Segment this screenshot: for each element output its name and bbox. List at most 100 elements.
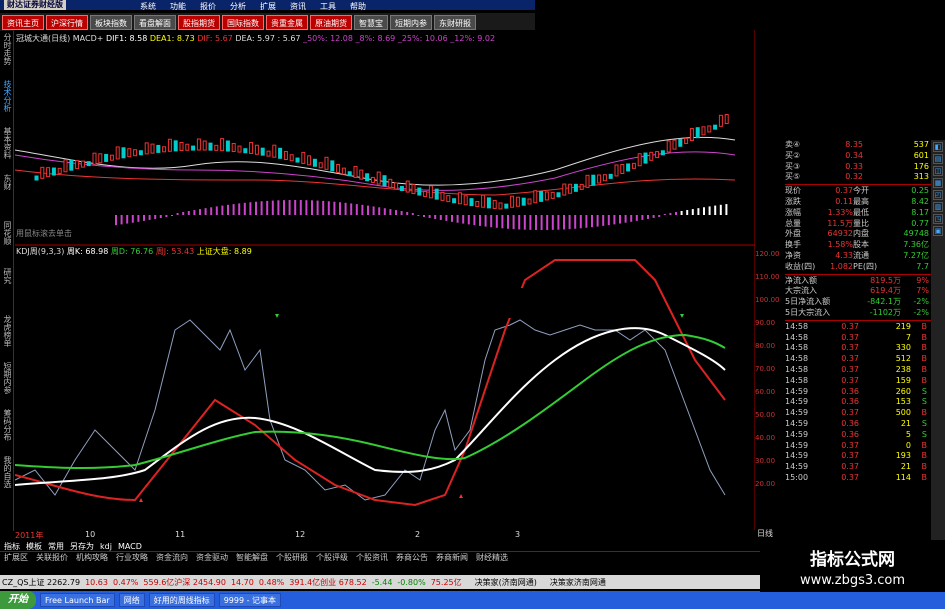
menu-item[interactable]: 系统 <box>140 1 156 12</box>
macd-bar <box>479 215 481 226</box>
candle <box>353 165 358 178</box>
macd-bar <box>115 215 117 226</box>
tab[interactable]: 东财研报 <box>434 14 476 30</box>
macd-bar <box>120 215 123 225</box>
tab[interactable]: 看盘解面 <box>134 14 176 30</box>
candle <box>724 114 729 125</box>
tab[interactable]: 原油期货 <box>310 14 352 30</box>
tool-icon[interactable]: ▥ <box>933 202 943 212</box>
bottom-menu-item[interactable]: 智能解盘 <box>236 552 268 563</box>
menu-item[interactable]: 帮助 <box>350 1 366 12</box>
candle <box>225 140 230 152</box>
tick-time: 14:59 <box>785 451 809 461</box>
menu-item[interactable]: 报价 <box>200 1 216 12</box>
taskbar-item[interactable]: 9999 - 记事本 <box>218 593 282 607</box>
toolbar-item[interactable]: MACD <box>118 542 142 551</box>
candle <box>133 149 138 157</box>
start-button[interactable]: 开始 <box>0 591 36 609</box>
menu-item[interactable]: 工具 <box>320 1 336 12</box>
bottom-menu-item[interactable]: 扩展区 <box>4 552 28 563</box>
tab[interactable]: 板块指数 <box>90 14 132 30</box>
tool-icon[interactable]: ◧ <box>933 142 943 152</box>
bottom-menu-item[interactable]: 资金驱动 <box>196 552 228 563</box>
macd-bar <box>663 213 666 215</box>
menu-item[interactable]: 资讯 <box>290 1 306 12</box>
chart-canvas[interactable] <box>15 30 755 530</box>
bottom-menu-item[interactable]: 券商新闻 <box>436 552 468 563</box>
bottom-menu-item[interactable]: 资金流向 <box>156 552 188 563</box>
taskbar-item[interactable]: 好用的周线指标 <box>148 593 215 607</box>
bottom-menu-item[interactable]: 机构攻略 <box>76 552 108 563</box>
menu-item[interactable]: 分析 <box>230 1 246 12</box>
tick-side: B <box>921 321 928 331</box>
ticker-right-item: 决策家(济南网通) <box>474 577 537 587</box>
bottom-menu-item[interactable]: 财经精选 <box>476 552 508 563</box>
bottom-menu-item[interactable]: 券商公告 <box>396 552 428 563</box>
tick-row: 14:59 0.37 21 B <box>785 462 945 473</box>
candle <box>417 187 422 196</box>
macd-bar <box>546 215 549 230</box>
macd-bar <box>417 215 420 217</box>
menu-item[interactable]: 扩展 <box>260 1 276 12</box>
tab[interactable]: 智慧宝 <box>354 14 388 30</box>
bottom-menu-item[interactable]: 个股研报 <box>276 552 308 563</box>
bottom-menu-item[interactable]: 个股评级 <box>316 552 348 563</box>
left-tab[interactable]: 短期内参 <box>2 362 12 407</box>
toolbar-item[interactable]: 另存为 <box>70 541 94 552</box>
tool-icon[interactable]: ▤ <box>933 154 943 164</box>
field-value: 1.33% <box>827 207 853 217</box>
macd-bar <box>686 210 689 215</box>
macd-bar <box>294 200 297 215</box>
left-tab[interactable]: 基本资料 <box>2 127 12 172</box>
tool-icon[interactable]: ◫ <box>933 166 943 176</box>
tool-icon[interactable]: ◰ <box>933 190 943 200</box>
field-label: 量比 <box>853 218 869 228</box>
macd-bar <box>568 215 571 230</box>
left-tab[interactable]: 东财 <box>2 174 12 219</box>
level-label: 买⑤ <box>785 172 801 182</box>
left-tab[interactable]: 我的自选 <box>2 456 12 501</box>
toolbar-item[interactable]: kdj <box>100 542 112 551</box>
macd-bar <box>187 211 190 215</box>
tick-volume: 21 <box>900 462 911 472</box>
period-label[interactable]: 日线 <box>757 528 773 539</box>
tab[interactable]: 资讯主页 <box>2 14 44 30</box>
tick-side: S <box>921 397 927 407</box>
left-tab[interactable]: 筹码分布 <box>2 409 12 454</box>
tab[interactable]: 贵重金属 <box>266 14 308 30</box>
y-tick: 80.00 <box>755 342 776 350</box>
macd-bar <box>406 212 409 215</box>
taskbar-item[interactable]: 网络 <box>118 593 145 607</box>
taskbar-item[interactable]: Free Launch Bar <box>40 593 115 607</box>
tick-time: 14:59 <box>785 440 809 450</box>
quote-field-row: 涨幅 1.33% 最低 8.17 <box>785 208 945 219</box>
candle <box>75 160 80 170</box>
toolbar-item[interactable]: 指标 <box>4 541 20 552</box>
left-tab[interactable]: 同花顺 <box>2 221 12 266</box>
x-tick: 12 <box>295 530 306 539</box>
tick-price: 0.37 <box>841 440 859 450</box>
left-tab[interactable]: 技术分析 <box>2 80 12 125</box>
bottom-menu-item[interactable]: 关联报价 <box>36 552 68 563</box>
tool-icon[interactable]: ▦ <box>933 178 943 188</box>
left-tab[interactable]: 龙虎榜单 <box>2 315 12 360</box>
tool-icon[interactable]: ◳ <box>933 214 943 224</box>
toolbar-item[interactable]: 模板 <box>26 541 42 552</box>
tool-icon[interactable]: ▣ <box>933 226 943 236</box>
candle <box>196 138 201 151</box>
tab[interactable]: 短期内参 <box>390 14 432 30</box>
x-tick: 10 <box>85 530 96 539</box>
tab[interactable]: 沪深行情 <box>46 14 88 30</box>
tab[interactable]: 股指期货 <box>178 14 220 30</box>
menu-item[interactable]: 功能 <box>170 1 186 12</box>
toolbar-item[interactable]: 常用 <box>48 541 64 552</box>
bottom-menu-item[interactable]: 行业攻略 <box>116 552 148 563</box>
tick-row: 14:59 0.37 500 B <box>785 408 945 419</box>
macd-bar <box>232 204 235 215</box>
tab[interactable]: 国际指数 <box>222 14 264 30</box>
left-tab[interactable]: 分时走势 <box>2 33 12 78</box>
left-tab[interactable]: 研究 <box>2 268 12 313</box>
candle <box>626 163 631 172</box>
macd-bar <box>311 200 313 215</box>
bottom-menu-item[interactable]: 个股资讯 <box>356 552 388 563</box>
